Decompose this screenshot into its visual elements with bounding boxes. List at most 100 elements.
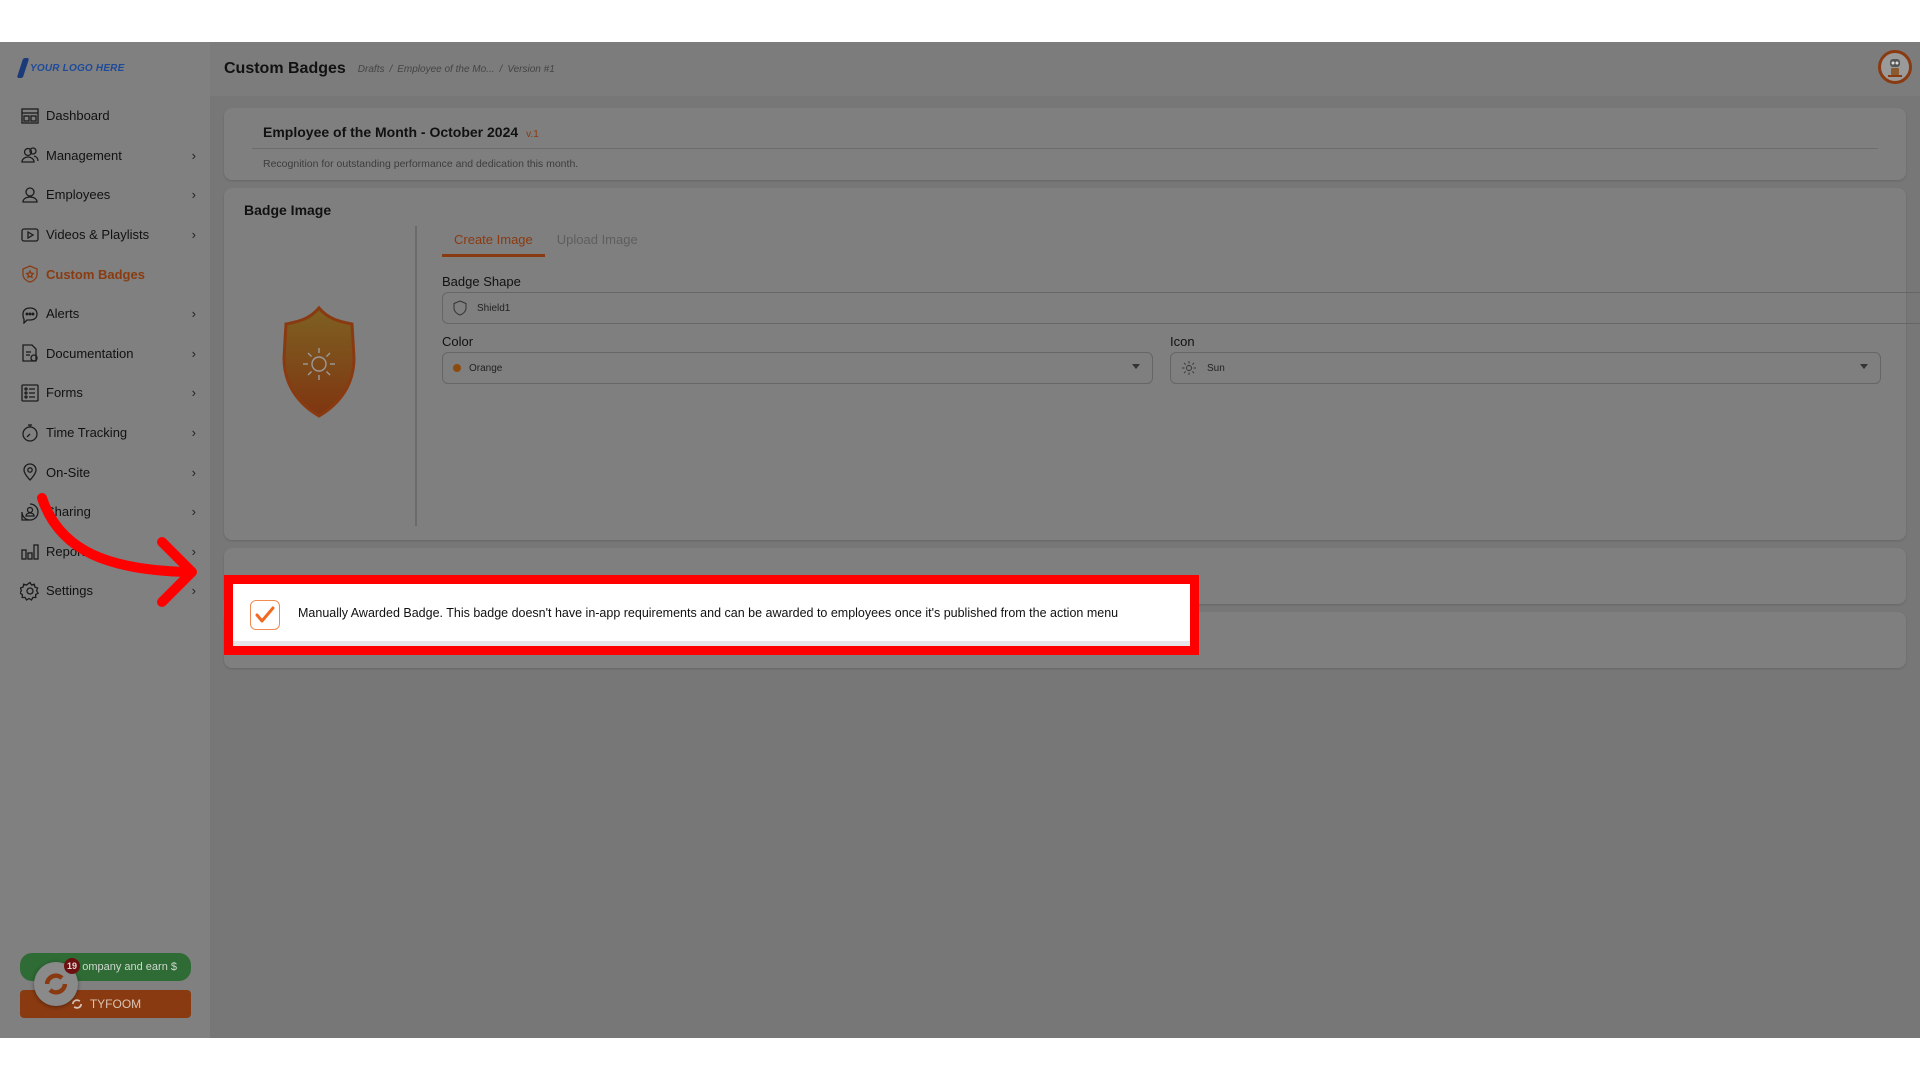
logo-mark-icon: [16, 58, 30, 78]
sidebar-item-time-tracking[interactable]: Time Tracking ›: [0, 413, 210, 453]
sidebar-item-sharing[interactable]: Sharing ›: [0, 492, 210, 532]
sidebar-item-label: On-Site: [46, 464, 91, 480]
breadcrumb: Drafts / Employee of the Mo... / Version…: [358, 64, 555, 75]
sidebar-item-label: Sharing: [46, 504, 91, 520]
tab-create-image[interactable]: Create Image: [442, 226, 545, 257]
logo-text: YOUR LOGO HERE: [30, 62, 125, 74]
chat-bubble-icon: [20, 304, 40, 324]
sidebar-item-label: Management: [46, 147, 122, 163]
manual-award-text: Manually Awarded Badge. This badge doesn…: [298, 606, 1119, 620]
version-label: v.1: [526, 129, 539, 140]
badge-star-icon: [20, 264, 40, 284]
badge-shape-label: Badge Shape: [442, 274, 521, 289]
sidebar-item-forms[interactable]: Forms ›: [0, 373, 210, 413]
color-select[interactable]: Orange: [442, 352, 1153, 384]
breadcrumb-separator: /: [499, 63, 503, 75]
section-title: Badge Image: [244, 202, 332, 218]
gear-icon: [20, 581, 40, 601]
user-avatar[interactable]: [1878, 50, 1912, 84]
sidebar-item-employees[interactable]: Employees ›: [0, 175, 210, 215]
badge-header-card: Employee of the Month - October 2024 v.1 …: [224, 108, 1906, 180]
video-icon: [20, 225, 40, 245]
sidebar-item-label: Employees: [46, 187, 111, 203]
refer-label: ompany and earn $: [82, 961, 177, 973]
main-content: Employee of the Month - October 2024 v.1 …: [210, 96, 1920, 1038]
form-list-icon: [20, 383, 40, 403]
notification-count-badge: 19: [64, 958, 80, 974]
checkmark-icon: [255, 606, 275, 623]
badge-preview: [264, 298, 374, 428]
breadcrumb-drafts[interactable]: Drafts: [358, 64, 385, 75]
chevron-right-icon: ›: [191, 147, 196, 163]
chevron-right-icon: ›: [191, 385, 196, 401]
chevron-right-icon: ›: [191, 425, 196, 441]
shield-sun-badge-icon: [282, 305, 356, 418]
breadcrumb-separator: /: [389, 63, 393, 75]
sidebar-item-reports[interactable]: Reports ›: [0, 532, 210, 572]
sidebar-item-alerts[interactable]: Alerts ›: [0, 294, 210, 334]
icon-value: Sun: [1207, 362, 1225, 374]
badge-image-card: Badge Image Create Image Upload Image Ba…: [224, 188, 1920, 540]
chevron-down-icon: [1860, 364, 1868, 369]
breadcrumb-version: Version #1: [507, 63, 555, 75]
tab-upload-image[interactable]: Upload Image: [545, 226, 650, 257]
badge-shape-select[interactable]: Shield1: [442, 292, 1920, 324]
sun-icon: [1182, 361, 1196, 375]
icon-select[interactable]: Sun: [1170, 352, 1881, 384]
vertical-divider: [415, 226, 417, 526]
badge-description: Recognition for outstanding performance …: [263, 158, 579, 170]
color-label: Color: [442, 334, 474, 349]
sidebar-nav: Dashboard Management › Employees › Video…: [0, 96, 210, 611]
document-check-icon: [20, 343, 40, 363]
chevron-down-icon: [1132, 364, 1140, 369]
sidebar-item-management[interactable]: Management ›: [0, 136, 210, 176]
highlight-box: Manually Awarded Badge. This badge doesn…: [224, 575, 1199, 655]
chevron-right-icon: ›: [191, 187, 196, 203]
breadcrumb-badge[interactable]: Employee of the Mo...: [397, 64, 494, 75]
chevron-right-icon: ›: [191, 306, 196, 322]
sidebar-item-on-site[interactable]: On-Site ›: [0, 452, 210, 492]
manual-award-checkbox[interactable]: [250, 600, 280, 630]
page-header: Custom Badges Drafts / Employee of the M…: [210, 42, 1920, 96]
chevron-right-icon: ›: [191, 464, 196, 480]
tyfoom-swirl-icon: [44, 973, 68, 995]
sidebar-item-label: Time Tracking: [46, 425, 128, 441]
shield-outline-icon: [453, 300, 467, 316]
badge-title: Employee of the Month - October 2024 v.1: [263, 124, 539, 140]
chevron-right-icon: ›: [191, 583, 196, 599]
chevron-right-icon: ›: [191, 345, 196, 361]
location-pin-icon: [20, 462, 40, 482]
card-bottom-edge: [233, 641, 1190, 646]
sidebar-item-label: Documentation: [46, 345, 134, 361]
image-tabs: Create Image Upload Image: [442, 226, 650, 257]
badge-title-text: Employee of the Month - October 2024: [263, 124, 519, 140]
sidebar-item-label: Alerts: [46, 306, 80, 322]
sidebar: YOUR LOGO HERE Dashboard Management › Em…: [0, 42, 210, 1038]
sidebar-item-custom-badges[interactable]: Custom Badges: [0, 254, 210, 294]
users-group-icon: [20, 145, 40, 165]
divider: [252, 148, 1878, 149]
sidebar-item-videos-playlists[interactable]: Videos & Playlists ›: [0, 215, 210, 255]
badge-shape-value: Shield1: [477, 302, 511, 314]
stopwatch-icon: [20, 423, 40, 443]
chevron-right-icon: ›: [191, 504, 196, 520]
screen: YOUR LOGO HERE Dashboard Management › Em…: [0, 42, 1920, 1038]
tyfoom-label: TYFOOM: [89, 997, 142, 1011]
chevron-right-icon: ›: [191, 543, 196, 559]
sidebar-item-label: Forms: [46, 385, 83, 401]
sidebar-item-label: Custom Badges: [46, 266, 145, 282]
icon-label: Icon: [1170, 334, 1195, 349]
color-swatch: [453, 364, 461, 372]
sidebar-item-settings[interactable]: Settings ›: [0, 571, 210, 611]
sidebar-item-label: Videos & Playlists: [46, 227, 150, 243]
logo[interactable]: YOUR LOGO HERE: [16, 58, 125, 78]
user-icon: [20, 185, 40, 205]
sidebar-item-dashboard[interactable]: Dashboard: [0, 96, 210, 136]
bar-chart-icon: [20, 541, 40, 561]
sidebar-item-label: Settings: [46, 583, 93, 599]
color-value: Orange: [469, 362, 503, 374]
page-title: Custom Badges: [224, 60, 346, 77]
chevron-right-icon: ›: [191, 227, 196, 243]
share-user-icon: [20, 502, 40, 522]
sidebar-item-documentation[interactable]: Documentation ›: [0, 334, 210, 374]
